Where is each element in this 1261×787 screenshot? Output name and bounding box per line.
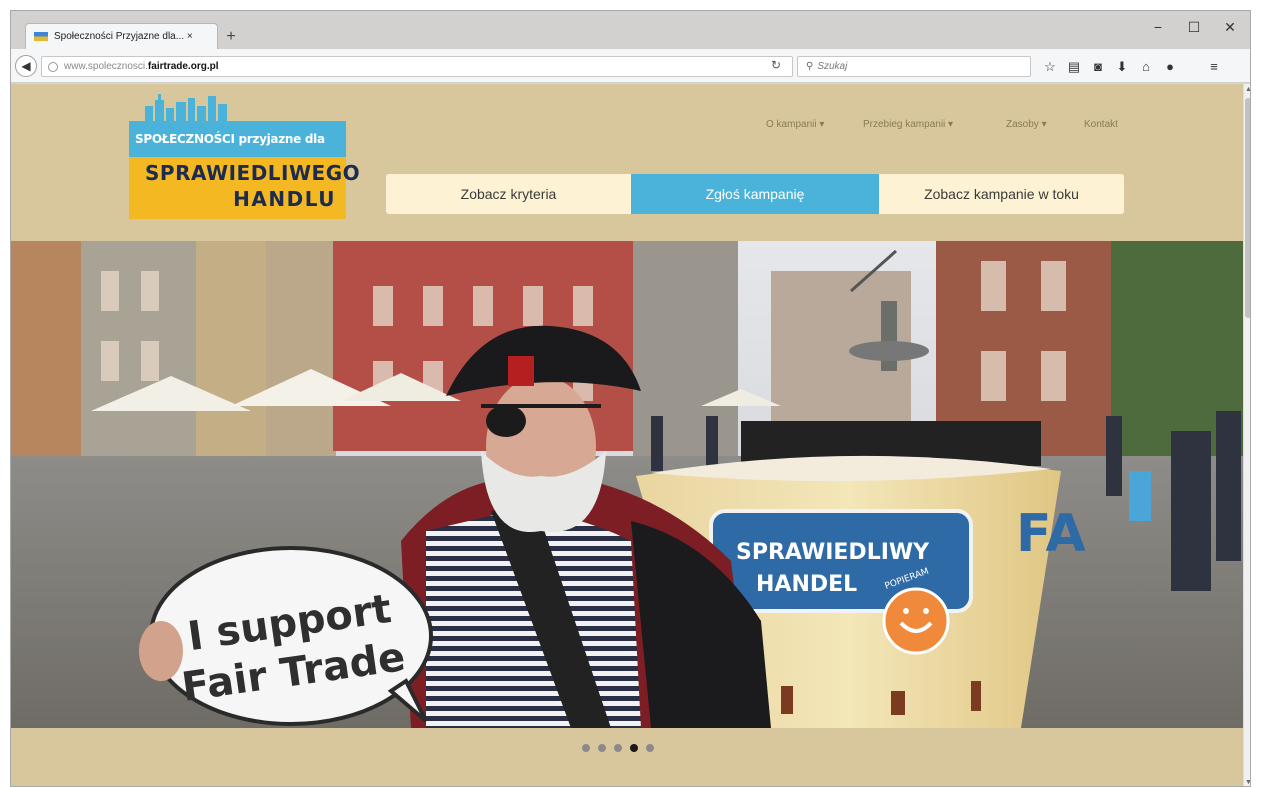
site-logo[interactable]: SPOŁECZNOŚCI przyjazne dla SPRAWIEDLIWEG… [129, 94, 360, 219]
menu-icon[interactable]: ≡ [1205, 58, 1223, 76]
logo-line-2: HANDLU [233, 187, 336, 211]
url-prefix: www.spolecznosci. [64, 61, 148, 72]
carousel-dot-3[interactable] [614, 744, 622, 752]
downloads-icon[interactable]: ⬇ [1113, 58, 1131, 76]
site-favicon-icon [34, 32, 48, 41]
tab-strip: Społeczności Przyjazne dla... × + − ☐ ✕ [11, 11, 1250, 49]
reload-icon[interactable]: ↻ [767, 58, 785, 76]
pocket-icon[interactable]: ◙ [1089, 58, 1107, 76]
skyline-logo-icon [145, 94, 227, 122]
search-input[interactable]: ⚲ Szukaj [797, 56, 1031, 77]
url-host: fairtrade.org.pl [147, 61, 219, 72]
menu-item-contact[interactable]: Kontakt [1084, 119, 1118, 130]
carousel-dot-4[interactable] [630, 744, 638, 752]
scroll-up-icon[interactable]: ▲ [1245, 86, 1250, 93]
reading-list-icon[interactable]: ▤ [1065, 58, 1083, 76]
new-tab-button[interactable]: + [221, 27, 241, 47]
cup-text-line-1: SPRAWIEDLIWY [736, 540, 930, 565]
webpage: SPOŁECZNOŚCI przyjazne dla SPRAWIEDLIWEG… [11, 84, 1243, 786]
tab-title: Społeczności Przyjazne dla... × [54, 31, 193, 42]
page-scrollbar[interactable]: ▲ ▼ [1243, 84, 1250, 786]
search-icon: ⚲ [806, 61, 814, 72]
home-icon[interactable]: ⌂ [1137, 58, 1155, 76]
bookmark-star-icon[interactable]: ☆ [1041, 58, 1059, 76]
logo-bottom-block: SPRAWIEDLIWEGO HANDLU [129, 157, 360, 219]
see-campaigns-button[interactable]: Zobacz kampanie w toku [879, 174, 1124, 214]
minimize-button[interactable]: − [1143, 17, 1173, 37]
carousel-dot-2[interactable] [598, 744, 606, 752]
scroll-down-icon[interactable]: ▼ [1245, 779, 1250, 786]
carousel-dot-5[interactable] [646, 744, 654, 752]
navigation-bar: ◀ www.spolecznosci. fairtrade.org.pl ↻ ⚲ … [11, 49, 1250, 83]
cup-big-text: FA [1016, 504, 1086, 564]
chat-icon[interactable]: ● [1161, 58, 1179, 76]
logo-top-line: SPOŁECZNOŚCI przyjazne dla [129, 121, 346, 157]
address-bar[interactable]: www.spolecznosci. fairtrade.org.pl [41, 56, 793, 77]
maximize-button[interactable]: ☐ [1179, 17, 1209, 37]
report-campaign-button[interactable]: Zgłoś kampanię [631, 174, 879, 214]
menu-item-progress[interactable]: Przebieg kampanii ▾ [863, 119, 953, 130]
browser-tab[interactable]: Społeczności Przyjazne dla... × [25, 23, 218, 49]
back-button[interactable]: ◀ [15, 55, 37, 77]
site-info-icon[interactable] [48, 61, 58, 72]
hero-slider-image[interactable]: FA SPRAWIEDLIWY HANDEL POPIERAM I suppor… [11, 241, 1243, 728]
logo-line-1: SPRAWIEDLIWEGO [145, 161, 361, 185]
menu-item-about[interactable]: O kampanii ▾ [766, 119, 824, 130]
cup-text-line-2: HANDEL [756, 572, 857, 597]
carousel-dot-1[interactable] [582, 744, 590, 752]
scrollbar-thumb[interactable] [1245, 98, 1250, 318]
search-placeholder: Szukaj [817, 61, 848, 72]
menu-item-resources[interactable]: Zasoby ▾ [1006, 119, 1047, 130]
close-window-button[interactable]: ✕ [1215, 17, 1245, 37]
see-criteria-button[interactable]: Zobacz kryteria [386, 174, 631, 214]
browser-window: Społeczności Przyjazne dla... × + − ☐ ✕ … [10, 10, 1251, 787]
carousel-indicators [582, 744, 662, 752]
